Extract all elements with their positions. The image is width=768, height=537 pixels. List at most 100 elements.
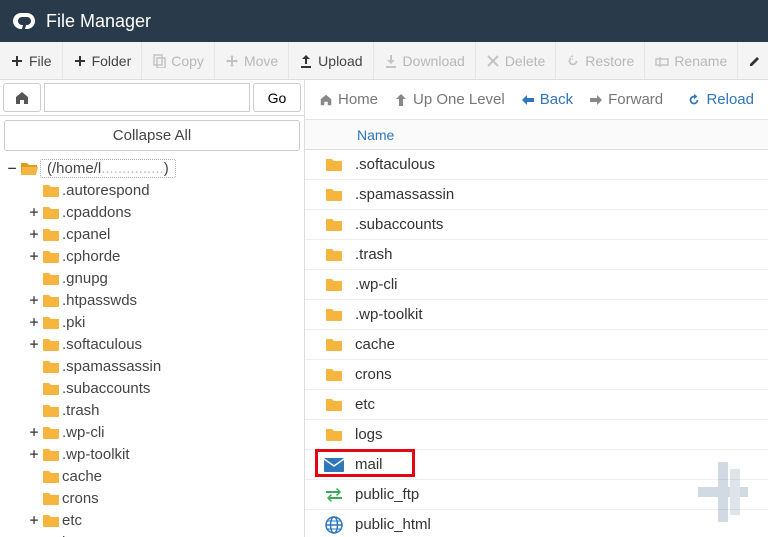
home-button[interactable] <box>3 83 41 112</box>
tree-label: .subaccounts <box>62 380 150 397</box>
file-row[interactable]: .softaculous <box>305 150 768 180</box>
tree-item[interactable]: .autorespond <box>0 179 304 201</box>
file-row[interactable]: etc <box>305 390 768 420</box>
tree-item[interactable]: +.softaculous <box>0 333 304 355</box>
copy-icon <box>152 54 166 68</box>
file-button[interactable]: File <box>0 42 63 79</box>
nav-forward-button[interactable]: Forward <box>581 80 671 119</box>
expander[interactable]: − <box>6 159 18 177</box>
tree-item[interactable]: +.cpaddons <box>0 201 304 223</box>
folder-icon <box>321 397 347 412</box>
file-row[interactable]: .subaccounts <box>305 210 768 240</box>
folder-icon <box>42 205 60 220</box>
file-row[interactable]: crons <box>305 360 768 390</box>
tree-item[interactable]: cache <box>0 465 304 487</box>
file-row[interactable]: .trash <box>305 240 768 270</box>
path-input[interactable] <box>44 83 250 112</box>
folder-icon <box>321 337 347 352</box>
folder-icon <box>321 307 347 322</box>
app-title: File Manager <box>46 11 151 32</box>
file-name: .subaccounts <box>355 216 443 233</box>
nav-up-button[interactable]: Up One Level <box>386 80 513 119</box>
tree-label: .pki <box>62 314 85 331</box>
tree-item[interactable]: +.htpasswds <box>0 289 304 311</box>
folder-icon <box>321 277 347 292</box>
folder-icon <box>42 227 60 242</box>
tree-item[interactable]: crons <box>0 487 304 509</box>
toolbar-label: Rename <box>674 53 727 69</box>
expander[interactable]: + <box>28 225 40 243</box>
folder-icon <box>42 513 60 528</box>
nav-back-button[interactable]: Back <box>513 80 581 119</box>
app-header: File Manager <box>0 0 768 42</box>
tree-item[interactable]: +.cphorde <box>0 245 304 267</box>
expander[interactable]: + <box>28 533 40 537</box>
tree-label: .gnupg <box>62 270 108 287</box>
toolbar-label: Copy <box>171 53 204 69</box>
main-toolbar: FileFolder Copy MoveUploadDownloadDelete Re… <box>0 42 768 80</box>
tree-item[interactable]: .subaccounts <box>0 377 304 399</box>
toolbar-label: Restore <box>585 53 634 69</box>
tree-item[interactable]: .spamassassin <box>0 355 304 377</box>
file-row[interactable]: public_ftp <box>305 480 768 510</box>
file-name: cache <box>355 336 395 353</box>
arrow-up-icon <box>394 93 408 107</box>
tree-label: logs <box>62 534 90 537</box>
file-row[interactable]: public_html <box>305 510 768 537</box>
file-row[interactable]: mail <box>305 450 768 480</box>
go-button[interactable]: Go <box>253 83 301 112</box>
rename-icon <box>655 54 669 68</box>
tree-item[interactable]: .gnupg <box>0 267 304 289</box>
collapse-all-button[interactable]: Collapse All <box>4 120 300 151</box>
tree-root[interactable]: −(/home/l...............) <box>0 157 304 179</box>
tree-item[interactable]: + .pki <box>0 311 304 333</box>
file-name: etc <box>355 396 375 413</box>
download-button[interactable]: Download <box>374 42 476 79</box>
mail-icon <box>321 458 347 472</box>
folder-icon <box>42 337 60 352</box>
tree-item[interactable]: + .cpanel <box>0 223 304 245</box>
nav-bar: Home Up One Level Back Forward Reload <box>305 80 768 120</box>
expander[interactable]: + <box>28 511 40 529</box>
expander[interactable]: + <box>28 445 40 463</box>
nav-reload-button[interactable]: Reload <box>679 80 762 119</box>
list-header[interactable]: Name <box>305 120 768 150</box>
folder-icon <box>321 217 347 232</box>
file-row[interactable]: cache <box>305 330 768 360</box>
file-row[interactable]: logs <box>305 420 768 450</box>
folder-icon <box>42 425 60 440</box>
edit-button[interactable] <box>738 42 768 79</box>
tree-label: .cpanel <box>62 226 110 243</box>
tree-item[interactable]: + .wp-toolkit <box>0 443 304 465</box>
file-list: .softaculous.spamassassin .subaccounts .tr… <box>305 150 768 537</box>
tree-item[interactable]: +etc <box>0 509 304 531</box>
expander[interactable]: + <box>28 247 40 265</box>
expander[interactable]: + <box>28 335 40 353</box>
file-row[interactable]: .wp-cli <box>305 270 768 300</box>
folder-icon <box>42 381 60 396</box>
tree-label: .wp-toolkit <box>62 446 130 463</box>
reload-icon <box>687 93 701 107</box>
expander[interactable]: + <box>28 313 40 331</box>
file-row[interactable]: .spamassassin <box>305 180 768 210</box>
tree-item[interactable]: .trash <box>0 399 304 421</box>
restore-button[interactable]: Restore <box>556 42 645 79</box>
delete-button[interactable]: Delete <box>476 42 556 79</box>
nav-home-button[interactable]: Home <box>311 80 386 119</box>
folder-icon <box>321 157 347 172</box>
file-row[interactable]: .wp-toolkit <box>305 300 768 330</box>
expander[interactable]: + <box>28 291 40 309</box>
column-name-header: Name <box>357 127 394 143</box>
expander[interactable]: + <box>28 423 40 441</box>
folder-icon <box>321 427 347 442</box>
copy-button[interactable]: Copy <box>142 42 215 79</box>
expander[interactable]: + <box>28 203 40 221</box>
move-icon <box>225 54 239 68</box>
folder-icon <box>42 403 60 418</box>
tree-item[interactable]: + logs <box>0 531 304 537</box>
folder-button[interactable]: Folder <box>63 42 143 79</box>
tree-item[interactable]: +.wp-cli <box>0 421 304 443</box>
upload-button[interactable]: Upload <box>289 42 373 79</box>
rename-button[interactable]: Rename <box>645 42 738 79</box>
move-button[interactable]: Move <box>215 42 289 79</box>
